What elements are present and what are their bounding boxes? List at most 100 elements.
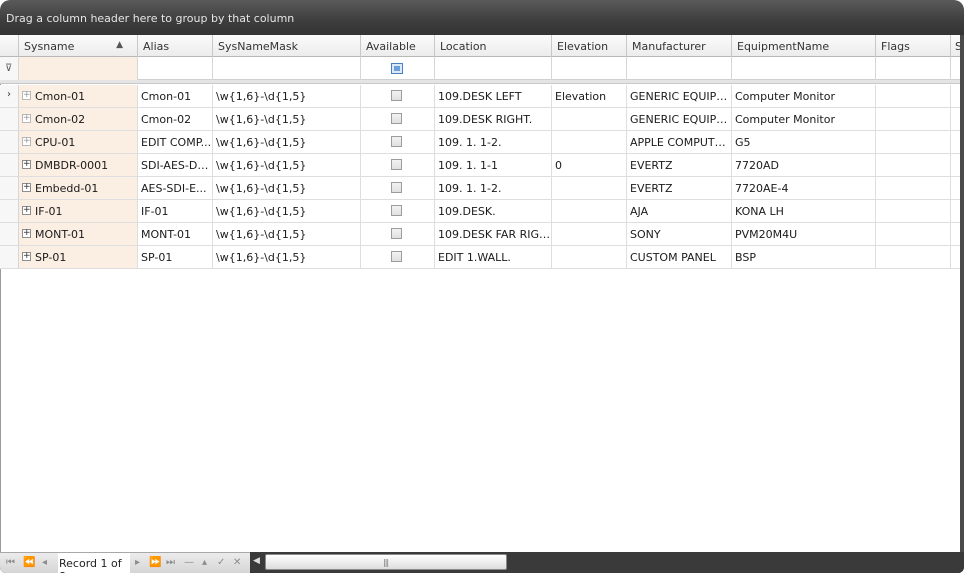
cell-elevation[interactable] [552,246,627,268]
cell-sysname[interactable]: + MONT-01 [19,223,138,245]
column-header-flags[interactable]: Flags [876,35,951,57]
column-header-sysnamemask[interactable]: SysNameMask [213,35,361,57]
cell-mask[interactable]: \w{1,6}-\d{1,5} [213,154,361,176]
available-checkbox[interactable] [391,159,402,170]
cell-manufacturer[interactable]: CUSTOM PANEL [627,246,732,268]
available-checkbox[interactable] [391,251,402,262]
expand-plus-icon[interactable]: + [22,252,31,261]
cell-available[interactable] [361,246,435,268]
expand-plus-icon[interactable]: + [22,114,31,123]
cell-alias[interactable]: AES-SDI-E... [138,177,213,199]
column-header-manufacturer[interactable]: Manufacturer [627,35,732,57]
cell-alias[interactable]: SDI-AES-DE... [138,154,213,176]
cell-equipment[interactable]: PVM20M4U [732,223,876,245]
table-row[interactable]: + SP-01 SP-01 \w{1,6}-\d{1,5} EDIT 1.WALL. CU… [0,246,964,269]
column-header-location[interactable]: Location [435,35,552,57]
cell-manufacturer[interactable]: APPLE COMPUTERS [627,131,732,153]
cell-elevation[interactable]: Elevation [552,85,627,107]
cell-location[interactable]: 109. 1. 1-1 [435,154,552,176]
row-indicator[interactable] [0,131,19,153]
horizontal-scrollbar[interactable]: ◀ ||| [250,552,964,573]
filter-manufacturer[interactable] [627,57,732,80]
cell-sysname[interactable]: + IF-01 [19,200,138,222]
row-indicator[interactable] [0,177,19,199]
cell-alias[interactable]: MONT-01 [138,223,213,245]
first-page-icon[interactable]: ⏮ [6,556,15,570]
cell-location[interactable]: 109.DESK. [435,200,552,222]
delete-record-icon[interactable]: — [184,556,194,570]
cell-available[interactable] [361,85,435,107]
cell-available[interactable] [361,108,435,130]
row-indicator[interactable] [0,108,19,130]
previous-page-icon[interactable]: ⏪ [23,556,35,570]
cell-mask[interactable]: \w{1,6}-\d{1,5} [213,108,361,130]
append-record-icon[interactable]: ▴ [202,556,207,570]
cell-flags[interactable] [876,154,951,176]
cell-manufacturer[interactable]: SONY [627,223,732,245]
cell-location[interactable]: 109. 1. 1-2. [435,177,552,199]
cell-location[interactable]: 109.DESK LEFT [435,85,552,107]
column-header-equipmentname[interactable]: EquipmentName [732,35,876,57]
cell-sysname[interactable]: + SP-01 [19,246,138,268]
row-indicator[interactable] [0,200,19,222]
cell-mask[interactable]: \w{1,6}-\d{1,5} [213,131,361,153]
table-row[interactable]: + MONT-01 MONT-01 \w{1,6}-\d{1,5} 109.DESK F… [0,223,964,246]
cell-equipment[interactable]: Computer Monitor [732,108,876,130]
available-checkbox[interactable] [391,228,402,239]
cell-elevation[interactable] [552,131,627,153]
cell-available[interactable] [361,131,435,153]
cell-alias[interactable]: Cmon-02 [138,108,213,130]
cell-flags[interactable] [876,85,951,107]
cell-alias[interactable]: IF-01 [138,200,213,222]
cell-manufacturer[interactable]: AJA [627,200,732,222]
cell-sysname[interactable]: + Embedd-01 [19,177,138,199]
available-checkbox[interactable] [391,113,402,124]
cell-mask[interactable]: \w{1,6}-\d{1,5} [213,223,361,245]
filter-available-checkbox[interactable] [391,63,403,74]
cell-mask[interactable]: \w{1,6}-\d{1,5} [213,85,361,107]
expand-plus-icon[interactable]: + [22,206,31,215]
cell-manufacturer[interactable]: GENERIC EQUIPM... [627,85,732,107]
cell-flags[interactable] [876,131,951,153]
last-page-icon[interactable]: ⏭ [166,556,175,570]
cell-flags[interactable] [876,177,951,199]
cell-flags[interactable] [876,108,951,130]
cell-manufacturer[interactable]: EVERTZ [627,154,732,176]
cell-available[interactable] [361,200,435,222]
cell-equipment[interactable]: BSP [732,246,876,268]
filter-equipmentname[interactable] [732,57,876,80]
cell-elevation[interactable] [552,108,627,130]
cell-alias[interactable]: SP-01 [138,246,213,268]
table-row[interactable]: › + Cmon-01 Cmon-01 \w{1,6}-\d{1,5} 109.DESK … [0,85,964,108]
expand-plus-icon[interactable]: + [22,137,31,146]
post-edit-icon[interactable]: ✓ [217,556,225,570]
expand-plus-icon[interactable]: + [22,160,31,169]
filter-elevation[interactable] [552,57,627,80]
cell-available[interactable] [361,223,435,245]
table-row[interactable]: + CPU-01 EDIT COMP... \w{1,6}-\d{1,5} 109. 1… [0,131,964,154]
cell-location[interactable]: 109.DESK RIGHT. [435,108,552,130]
row-indicator[interactable] [0,246,19,268]
cell-alias[interactable]: EDIT COMP... [138,131,213,153]
cell-flags[interactable] [876,246,951,268]
filter-alias[interactable] [138,57,213,80]
cell-equipment[interactable]: Computer Monitor [732,85,876,107]
cell-manufacturer[interactable]: GENERIC EQUIPM... [627,108,732,130]
cell-equipment[interactable]: 7720AE-4 [732,177,876,199]
expand-plus-icon[interactable]: + [22,229,31,238]
cell-mask[interactable]: \w{1,6}-\d{1,5} [213,246,361,268]
cell-mask[interactable]: \w{1,6}-\d{1,5} [213,177,361,199]
table-row[interactable]: + Cmon-02 Cmon-02 \w{1,6}-\d{1,5} 109.DESK R… [0,108,964,131]
row-indicator[interactable] [0,223,19,245]
next-page-icon[interactable]: ⏩ [149,556,161,570]
cell-equipment[interactable]: G5 [732,131,876,153]
cell-sysname[interactable]: + CPU-01 [19,131,138,153]
filter-flags[interactable] [876,57,951,80]
table-row[interactable]: + IF-01 IF-01 \w{1,6}-\d{1,5} 109.DESK. AJA KO… [0,200,964,223]
available-checkbox[interactable] [391,205,402,216]
horizontal-scroll-thumb[interactable]: ||| [265,554,507,570]
cancel-edit-icon[interactable]: ✕ [233,556,241,570]
cell-alias[interactable]: Cmon-01 [138,85,213,107]
row-indicator[interactable] [0,154,19,176]
row-indicator[interactable]: › [0,85,19,107]
